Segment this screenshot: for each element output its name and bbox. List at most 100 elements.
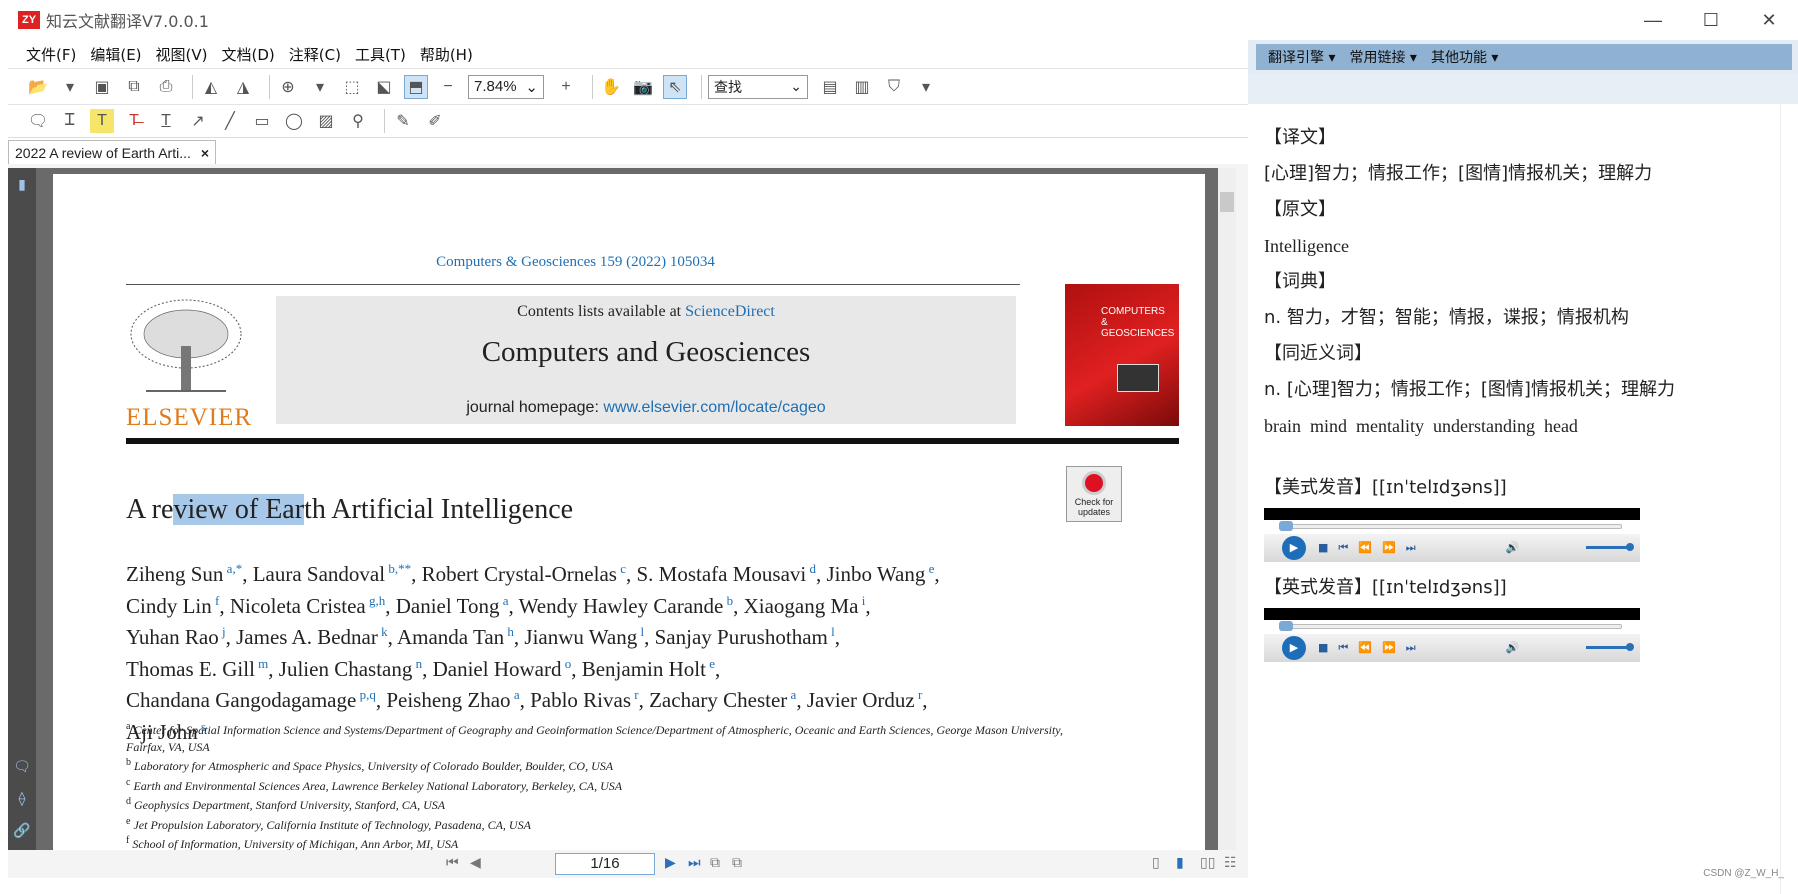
previous-track-icon[interactable]: ⏮ bbox=[1338, 530, 1348, 566]
affiliation-marker[interactable]: o bbox=[561, 656, 572, 671]
first-page-icon[interactable]: ⏮ bbox=[446, 854, 459, 871]
prev-page-icon[interactable]: ◀ bbox=[470, 854, 481, 871]
stamp-icon[interactable]: ⚲ bbox=[346, 109, 370, 133]
maximize-button[interactable]: ☐ bbox=[1682, 0, 1740, 40]
check-updates-badge[interactable]: Check for updates bbox=[1066, 466, 1122, 522]
affiliation-marker[interactable]: r bbox=[631, 687, 638, 702]
menu-file[interactable]: 文件(F) bbox=[26, 44, 76, 65]
menu-view[interactable]: 视图(V) bbox=[156, 44, 208, 65]
affiliation-marker[interactable]: b bbox=[723, 593, 734, 608]
previous-track-icon[interactable]: ⏮ bbox=[1338, 630, 1348, 666]
save-icon[interactable]: ▣ bbox=[90, 75, 114, 99]
search-input[interactable]: 查找 ⌄ bbox=[708, 74, 808, 99]
sciencedirect-link[interactable]: ScienceDirect bbox=[685, 303, 775, 320]
affiliation-marker[interactable]: a bbox=[499, 593, 509, 608]
page-copy-icon[interactable]: ⧉ bbox=[710, 854, 720, 871]
vertical-scrollbar[interactable] bbox=[1218, 168, 1236, 850]
fast-forward-icon[interactable]: ⏩ bbox=[1382, 630, 1396, 666]
affiliation-marker[interactable]: r bbox=[915, 687, 922, 702]
play-icon[interactable]: ▶ bbox=[1282, 536, 1306, 560]
page-number-input[interactable]: 1/16 bbox=[555, 853, 655, 875]
document-viewer[interactable]: Computers & Geosciences 159 (2022) 10503… bbox=[36, 168, 1236, 850]
affiliation-marker[interactable]: l bbox=[637, 624, 644, 639]
open-folder-icon[interactable]: 📂 bbox=[26, 75, 50, 99]
select-cursor-icon[interactable]: ⇖ bbox=[663, 74, 687, 99]
affiliation-marker[interactable]: b,** bbox=[385, 561, 411, 576]
comments-icon[interactable]: 🗨 bbox=[13, 758, 31, 774]
affiliation-marker[interactable]: c bbox=[617, 561, 626, 576]
links-menu[interactable]: 常用链接 ▾ bbox=[1349, 47, 1416, 67]
fit-width-icon[interactable]: ⬕ bbox=[372, 75, 396, 99]
comment-icon[interactable]: 🗨 bbox=[26, 109, 50, 133]
print-icon[interactable]: ⎙ bbox=[154, 75, 178, 99]
audio-seek-bar[interactable] bbox=[1279, 521, 1622, 531]
split-view-icon[interactable]: ☷ bbox=[1224, 854, 1237, 871]
text-insert-icon[interactable]: Ꮖ bbox=[58, 109, 82, 133]
bookmark-icon[interactable]: ▮ bbox=[14, 176, 30, 192]
chevron-down-icon[interactable]: ▾ bbox=[58, 75, 82, 99]
minimize-button[interactable]: — bbox=[1624, 0, 1682, 40]
affiliation-marker[interactable]: a bbox=[787, 687, 797, 702]
rotate-left-icon[interactable]: ◭ bbox=[199, 75, 223, 99]
affiliation-marker[interactable]: d bbox=[806, 561, 816, 576]
strikethrough-icon[interactable]: T̶ bbox=[122, 109, 146, 133]
audio-seek-bar[interactable] bbox=[1279, 621, 1622, 631]
next-track-icon[interactable]: ⏭ bbox=[1406, 630, 1416, 666]
affiliation-marker[interactable]: j bbox=[219, 624, 226, 639]
two-page-view-icon[interactable]: ▯▯ bbox=[1200, 854, 1215, 871]
attachment-icon[interactable]: 🔗 bbox=[13, 822, 30, 838]
homepage-link[interactable]: www.elsevier.com/locate/cageo bbox=[603, 399, 825, 416]
scroll-thumb[interactable] bbox=[1220, 192, 1234, 212]
affiliation-marker[interactable]: a bbox=[511, 687, 520, 702]
links-icon[interactable]: ⟠ bbox=[14, 790, 30, 806]
arrow-icon[interactable]: ↗ bbox=[186, 109, 210, 133]
rectangle-icon[interactable]: ▭ bbox=[250, 109, 274, 133]
save-copy-icon[interactable]: ⧉ bbox=[122, 75, 146, 99]
chevron-down-icon[interactable]: ▾ bbox=[914, 75, 938, 99]
affiliation-marker[interactable]: a,* bbox=[223, 561, 243, 576]
document-tab[interactable]: 2022 A review of Earth Arti... × bbox=[8, 140, 217, 164]
single-page-view-icon[interactable]: ▯ bbox=[1152, 854, 1160, 871]
highlight-icon[interactable]: T bbox=[90, 109, 114, 133]
edit-note-icon[interactable]: ✎ bbox=[391, 109, 415, 133]
page-move-icon[interactable]: ⧉ bbox=[732, 854, 742, 871]
affiliation-marker[interactable]: e bbox=[925, 561, 935, 576]
affiliation-marker[interactable]: i bbox=[858, 593, 866, 608]
affiliation-marker[interactable]: k bbox=[378, 624, 388, 639]
affiliation-marker[interactable]: h bbox=[504, 624, 514, 639]
next-page-icon[interactable]: ▶ bbox=[665, 854, 676, 871]
stop-icon[interactable]: ■ bbox=[1318, 530, 1328, 566]
next-track-icon[interactable]: ⏭ bbox=[1406, 530, 1416, 566]
volume-icon[interactable]: 🔊 bbox=[1506, 530, 1520, 566]
last-page-icon[interactable]: ⏭ bbox=[688, 854, 701, 871]
rewind-icon[interactable]: ⏪ bbox=[1358, 630, 1372, 666]
fit-page-icon[interactable]: ⬚ bbox=[340, 75, 364, 99]
translator-scrollbar[interactable] bbox=[1780, 104, 1798, 894]
stop-icon[interactable]: ■ bbox=[1318, 630, 1328, 666]
chevron-down-icon[interactable]: ▾ bbox=[308, 75, 332, 99]
tab-close-icon[interactable]: × bbox=[201, 145, 209, 161]
menu-help[interactable]: 帮助(H) bbox=[420, 44, 473, 65]
affiliation-marker[interactable]: n bbox=[412, 656, 423, 671]
plus-icon[interactable]: + bbox=[554, 75, 578, 99]
affiliation-marker[interactable]: e bbox=[706, 656, 715, 671]
edit-settings-icon[interactable]: ✐ bbox=[423, 109, 447, 133]
affiliation-marker[interactable]: g,h bbox=[366, 593, 385, 608]
affiliation-marker[interactable]: p,q bbox=[356, 687, 376, 702]
hand-tool-icon[interactable]: ✋ bbox=[599, 75, 623, 99]
image-stamp-icon[interactable]: ▨ bbox=[314, 109, 338, 133]
volume-knob[interactable] bbox=[1626, 543, 1634, 551]
find-next-icon[interactable]: ▥ bbox=[850, 75, 874, 99]
play-icon[interactable]: ▶ bbox=[1282, 636, 1306, 660]
menu-edit[interactable]: 编辑(E) bbox=[90, 44, 141, 65]
close-button[interactable]: ✕ bbox=[1740, 0, 1798, 40]
engine-menu[interactable]: 翻译引擎 ▾ bbox=[1268, 47, 1335, 67]
rotate-right-icon[interactable]: ◮ bbox=[231, 75, 255, 99]
us-audio-player[interactable]: ▶ ■ ⏮ ⏪ ⏩ ⏭ 🔊 bbox=[1264, 508, 1640, 562]
zoom-in-icon[interactable]: ⊕ bbox=[276, 75, 300, 99]
more-menu[interactable]: 其他功能 ▾ bbox=[1431, 47, 1498, 67]
affiliation-marker[interactable]: l bbox=[828, 624, 835, 639]
line-icon[interactable]: ╱ bbox=[218, 109, 242, 133]
affiliation-marker[interactable]: f bbox=[212, 593, 219, 608]
fast-forward-icon[interactable]: ⏩ bbox=[1382, 530, 1396, 566]
